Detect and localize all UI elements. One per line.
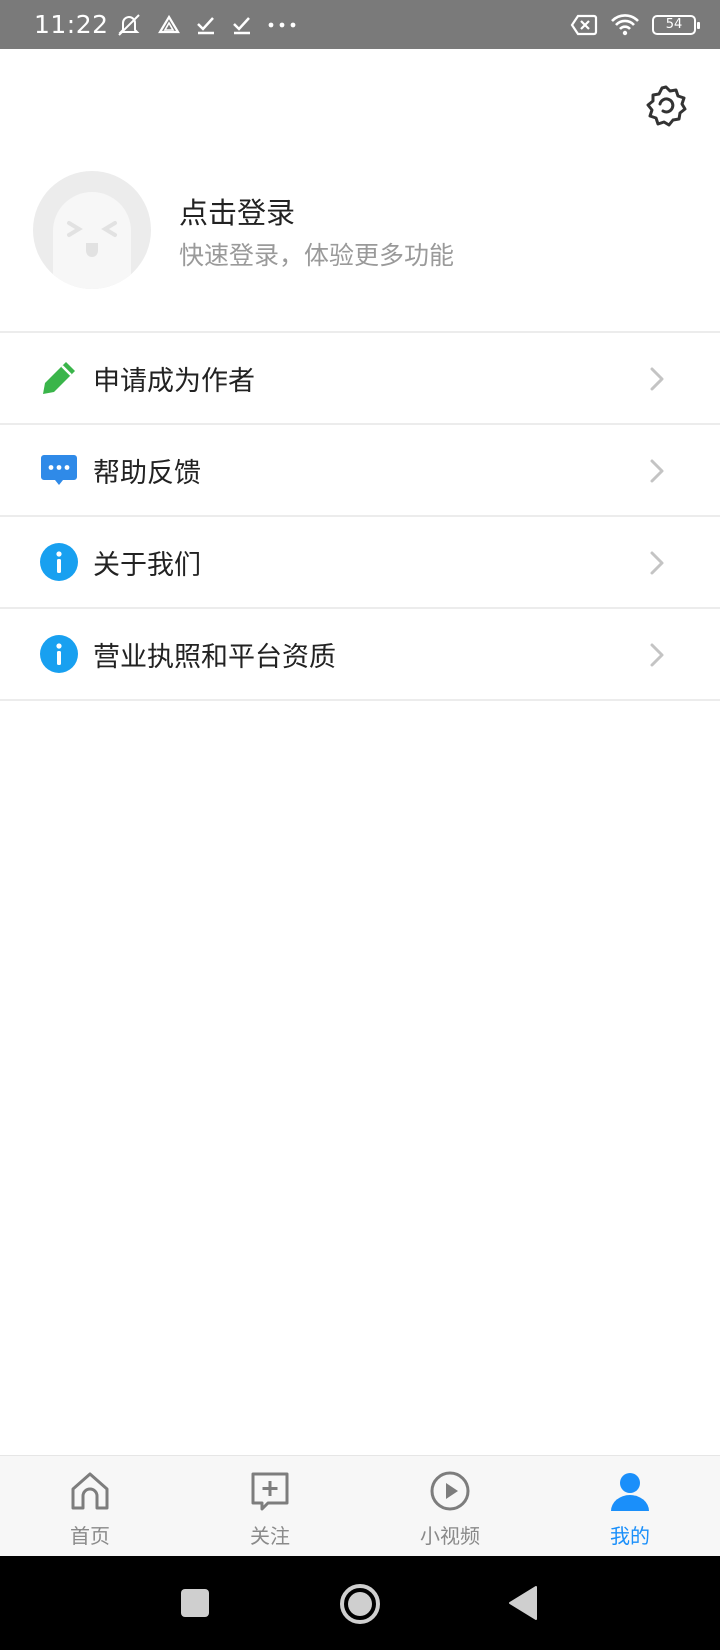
chat-bubble-icon	[40, 451, 78, 489]
circle-icon	[340, 1584, 380, 1624]
back-triangle-icon	[509, 1586, 537, 1620]
pencil-icon	[40, 359, 78, 397]
info-icon	[40, 635, 78, 673]
tab-label: 我的	[610, 1524, 650, 1548]
drive-icon	[157, 14, 180, 33]
login-subtitle: 快速登录，体验更多功能	[179, 241, 455, 270]
more-dots-icon	[268, 22, 295, 27]
add-square-icon	[247, 1468, 293, 1514]
recents-button[interactable]	[180, 1588, 210, 1618]
menu-item-about-us[interactable]: 关于我们	[0, 517, 720, 609]
ghost-avatar-icon[interactable]	[33, 171, 151, 289]
menu-item-label: 帮助反馈	[93, 457, 201, 489]
play-circle-icon	[427, 1468, 473, 1514]
wifi-icon	[611, 13, 639, 35]
status-left-icons	[115, 12, 297, 38]
system-nav-bar	[0, 1556, 720, 1650]
battery-level: 54	[665, 17, 683, 32]
home-icon	[67, 1468, 113, 1514]
menu-item-license[interactable]: 营业执照和平台资质	[0, 609, 720, 701]
tab-label: 小视频	[420, 1524, 480, 1548]
sim-error-icon	[570, 14, 598, 35]
chevron-right-icon	[650, 367, 664, 391]
menu-item-label: 申请成为作者	[93, 365, 255, 397]
menu-list: 申请成为作者 帮助反馈 关于我们 营业执照和平台资质	[0, 331, 720, 701]
settings-gear-icon	[646, 85, 687, 127]
menu-item-label: 营业执照和平台资质	[93, 641, 336, 673]
login-title[interactable]: 点击登录	[179, 190, 295, 232]
chevron-right-icon	[650, 551, 664, 575]
tab-home[interactable]: 首页	[0, 1456, 180, 1556]
tab-mine[interactable]: 我的	[540, 1456, 720, 1556]
home-button[interactable]	[339, 1583, 381, 1625]
user-icon	[607, 1468, 653, 1514]
menu-item-apply-author[interactable]: 申请成为作者	[0, 333, 720, 425]
status-bar: 11:22 54	[0, 0, 720, 49]
profile-section[interactable]: 点击登录 快速登录，体验更多功能	[0, 165, 720, 331]
tab-label: 首页	[70, 1524, 110, 1548]
menu-item-help-feedback[interactable]: 帮助反馈	[0, 425, 720, 517]
tab-short-video[interactable]: 小视频	[360, 1456, 540, 1556]
status-right-icons: 54	[570, 13, 700, 37]
check-icon	[232, 16, 250, 34]
back-button[interactable]	[508, 1585, 538, 1621]
chevron-right-icon	[650, 459, 664, 483]
chevron-right-icon	[650, 643, 664, 667]
menu-item-label: 关于我们	[93, 549, 201, 581]
tab-label: 关注	[250, 1524, 290, 1548]
info-icon	[40, 543, 78, 581]
tab-follow[interactable]: 关注	[180, 1456, 360, 1556]
battery-icon: 54	[652, 14, 700, 35]
settings-button[interactable]	[640, 80, 692, 132]
square-icon	[181, 1589, 209, 1617]
status-time: 11:22	[34, 10, 109, 39]
mute-icon	[117, 13, 140, 36]
bottom-tab-bar: 首页 关注 小视频 我的	[0, 1455, 720, 1556]
check-icon	[196, 16, 214, 34]
